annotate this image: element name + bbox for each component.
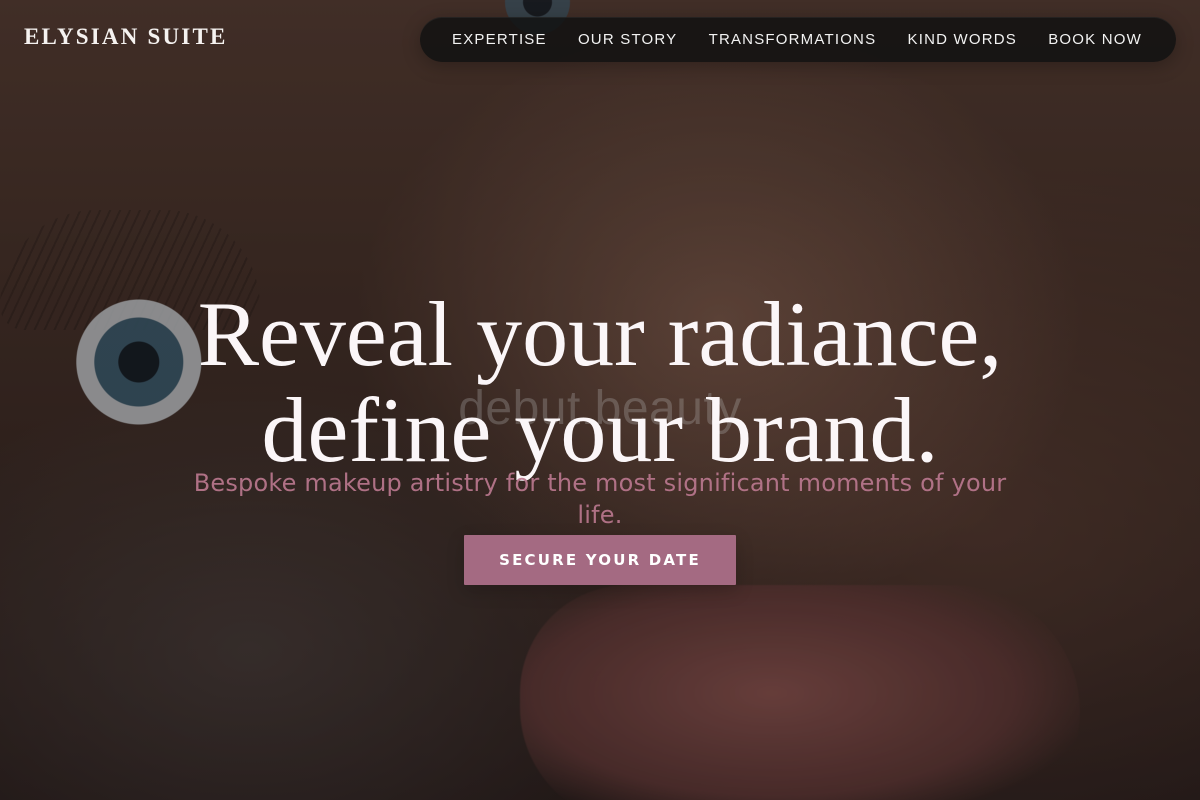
hero-content: debut.beauty Reveal your radiance, defin…	[0, 0, 1200, 800]
hero-headline-line-1: Reveal your radiance,	[197, 282, 1003, 385]
hero-headline: Reveal your radiance, define your brand.	[0, 286, 1200, 478]
hero-headline-line-2: define your brand.	[261, 378, 939, 481]
secure-your-date-button[interactable]: SECURE YOUR DATE	[464, 535, 736, 585]
hero-subheadline: Bespoke makeup artistry for the most sig…	[193, 469, 1007, 529]
hero-section: ELYSIAN SUITE EXPERTISE OUR STORY TRANSF…	[0, 0, 1200, 800]
